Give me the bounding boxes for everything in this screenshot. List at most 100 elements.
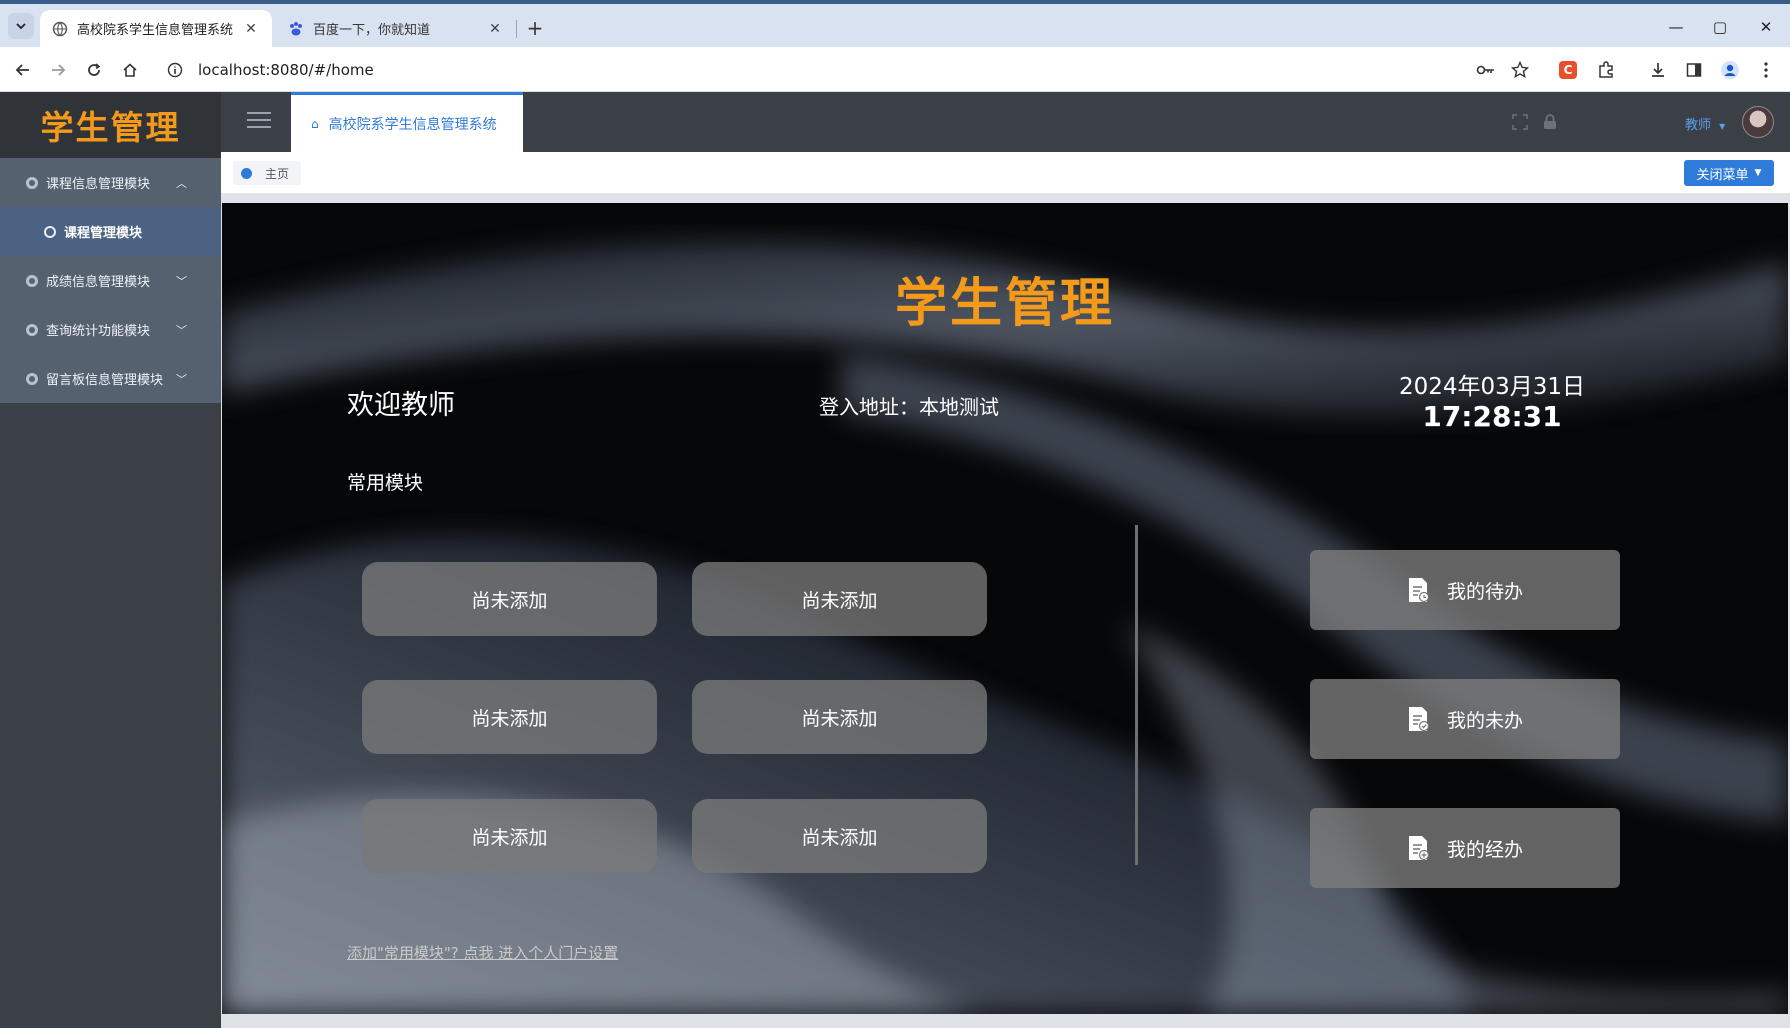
extension-c-icon[interactable]: C: [1556, 58, 1580, 82]
caret-down-icon: ▼: [1754, 168, 1762, 178]
task-label: 我的待办: [1446, 580, 1523, 603]
module-icon: [44, 225, 56, 238]
breadcrumb-home-tag[interactable]: 主页: [233, 161, 302, 185]
browser-tab-strip: 高校院系学生信息管理系统 ✕ 百度一下，你就知道 ✕ + — ▢ ✕: [0, 0, 1790, 47]
module-icon: [26, 372, 38, 385]
my-handled-button[interactable]: 我的经办: [1310, 808, 1620, 888]
arrow-left-icon: [15, 64, 29, 76]
globe-icon: [52, 21, 68, 36]
home-button[interactable]: [116, 56, 144, 84]
todo-document-icon: [1408, 578, 1429, 603]
user-name: 教师: [1685, 118, 1712, 133]
module-icon: [26, 323, 38, 336]
user-dropdown[interactable]: 教师 ▼: [1685, 114, 1725, 133]
chevron-up-icon: ︿: [176, 177, 187, 190]
sidebar-item-course-info[interactable]: 课程信息管理模块 ︿: [0, 158, 221, 207]
chevron-down-icon: ﹀: [176, 324, 187, 337]
common-module-slot[interactable]: 尚未添加: [362, 562, 657, 636]
browser-menu-icon[interactable]: [1754, 58, 1778, 82]
forward-button[interactable]: [44, 56, 72, 84]
sidebar-subitem-course-manage[interactable]: 课程管理模块: [0, 207, 221, 256]
profile-icon[interactable]: [1718, 58, 1742, 82]
reload-icon: [88, 63, 101, 76]
maximize-button[interactable]: ▢: [1700, 14, 1740, 40]
browser-toolbar: localhost:8080/#/home C: [0, 47, 1790, 92]
chevron-down-icon: ﹀: [176, 373, 187, 386]
portal-settings-link[interactable]: 添加"常用模块"? 点我 进入个人门户设置: [347, 942, 618, 963]
arrow-right-icon: [52, 64, 66, 76]
breadcrumb-label: 主页: [265, 166, 290, 181]
tab-label: 高校院系学生信息管理系统: [328, 116, 497, 133]
hamburger-menu-icon[interactable]: [247, 112, 271, 130]
side-panel-icon[interactable]: [1682, 58, 1706, 82]
handled-document-icon: [1408, 836, 1429, 861]
baidu-paw-icon: [290, 21, 302, 35]
sidebar-item-label: 成绩信息管理模块: [46, 275, 151, 290]
home-icon: ⌂: [311, 116, 319, 131]
common-modules-label: 常用模块: [347, 472, 424, 494]
sidebar: 学生管理 课程信息管理模块 ︿ 课程管理模块 成绩信息管理模块 ﹀ 查询统计功能…: [0, 92, 221, 1028]
site-info-icon[interactable]: [164, 59, 186, 81]
close-menu-button[interactable]: 关闭菜单 ▼: [1684, 160, 1774, 186]
tags-view-bar: 主页 关闭菜单 ▼: [221, 152, 1790, 194]
sidebar-item-label: 留言板信息管理模块: [46, 373, 164, 388]
common-module-slot[interactable]: 尚未添加: [362, 680, 657, 754]
lock-icon[interactable]: [1540, 112, 1560, 132]
sidebar-item-grade-info[interactable]: 成绩信息管理模块 ﹀: [0, 256, 221, 305]
task-label: 我的未办: [1446, 709, 1523, 732]
tab-search-button[interactable]: [8, 13, 34, 39]
caret-down-icon: ▼: [1719, 122, 1726, 131]
sidebar-logo: 学生管理: [0, 92, 221, 158]
module-icon: [26, 176, 38, 189]
password-key-icon[interactable]: [1474, 58, 1498, 82]
sidebar-item-label: 课程管理模块: [64, 226, 143, 241]
app-root: 学生管理 课程信息管理模块 ︿ 课程管理模块 成绩信息管理模块 ﹀ 查询统计功能…: [0, 92, 1790, 1028]
task-label: 我的经办: [1446, 838, 1523, 861]
address-bar[interactable]: localhost:8080/#/home: [158, 52, 1528, 87]
browser-tab-baidu[interactable]: 百度一下，你就知道 ✕: [276, 10, 516, 47]
url-text: localhost:8080/#/home: [198, 60, 374, 79]
tab-divider: [516, 20, 517, 38]
vertical-divider: [1135, 525, 1138, 865]
reload-button[interactable]: [80, 56, 108, 84]
my-todo-button[interactable]: 我的待办: [1310, 550, 1620, 630]
close-tab-icon[interactable]: ✕: [242, 20, 260, 38]
common-module-slot[interactable]: 尚未添加: [692, 799, 987, 873]
minimize-button[interactable]: —: [1656, 14, 1696, 40]
close-window-button[interactable]: ✕: [1746, 14, 1786, 40]
common-module-slot[interactable]: 尚未添加: [362, 799, 657, 873]
common-module-slot[interactable]: 尚未添加: [692, 680, 987, 754]
login-address: 登入地址：本地测试: [819, 395, 999, 419]
common-module-slot[interactable]: 尚未添加: [692, 562, 987, 636]
tab-title: 高校院系学生信息管理系统: [77, 23, 234, 38]
sidebar-item-label: 课程信息管理模块: [46, 177, 151, 192]
dashboard-title: 学生管理: [894, 274, 1115, 334]
chevron-down-icon: [16, 23, 26, 30]
current-time: 17:28:31: [1422, 400, 1562, 433]
download-icon[interactable]: [1646, 58, 1670, 82]
extensions-puzzle-icon[interactable]: [1594, 58, 1618, 82]
browser-tab-active[interactable]: 高校院系学生信息管理系统 ✕: [40, 10, 272, 47]
back-button[interactable]: [9, 56, 37, 84]
close-tab-icon[interactable]: ✕: [486, 20, 504, 38]
welcome-text: 欢迎教师: [347, 390, 455, 421]
sidebar-item-message-board[interactable]: 留言板信息管理模块 ﹀: [0, 354, 221, 403]
logo-text: 学生管理: [40, 108, 181, 147]
top-header: ⌂ 高校院系学生信息管理系统 教师 ▼: [221, 92, 1790, 152]
fullscreen-icon[interactable]: [1510, 112, 1530, 132]
tab-home[interactable]: ⌂ 高校院系学生信息管理系统: [291, 92, 523, 152]
sidebar-item-query-stats[interactable]: 查询统计功能模块 ﹀: [0, 305, 221, 354]
avatar[interactable]: [1742, 106, 1774, 138]
module-icon: [26, 274, 38, 287]
bookmark-star-icon[interactable]: [1508, 58, 1532, 82]
tab-title: 百度一下，你就知道: [313, 23, 431, 38]
new-tab-button[interactable]: +: [522, 15, 548, 41]
chevron-down-icon: ﹀: [176, 275, 187, 288]
pending-document-icon: [1408, 707, 1429, 732]
sidebar-item-label: 查询统计功能模块: [46, 324, 151, 339]
home-dashboard: 学生管理 欢迎教师 登入地址：本地测试 2024年03月31日 17:28:31…: [222, 203, 1788, 1014]
my-pending-button[interactable]: 我的未办: [1310, 679, 1620, 759]
current-date: 2024年03月31日: [1398, 374, 1586, 400]
home-icon: [123, 63, 137, 77]
sidebar-menu: 课程信息管理模块 ︿ 课程管理模块 成绩信息管理模块 ﹀ 查询统计功能模块 ﹀ …: [0, 158, 221, 403]
